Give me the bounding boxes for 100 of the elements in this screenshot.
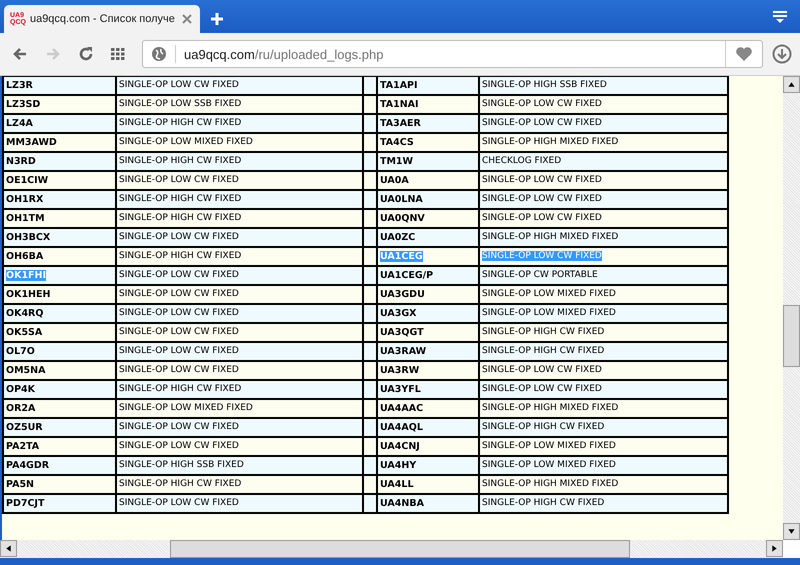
category-cell: SINGLE-OP LOW CW FIXED [482,194,602,204]
category-cell: SINGLE-OP LOW CW FIXED [482,118,602,128]
scrollbar-thumb[interactable] [170,540,630,558]
horizontal-scrollbar[interactable] [0,540,800,558]
category-cell: SINGLE-OP LOW CW FIXED [119,80,239,90]
category-cell: SINGLE-OP HIGH SSB FIXED [119,460,244,470]
category-cell: SINGLE-OP HIGH MIXED FIXED [482,232,618,242]
globe-icon [151,46,167,62]
callsign-cell: UA4AAC [380,403,424,414]
callsign-cell: UA4CNJ [380,441,420,452]
vertical-scrollbar[interactable] [783,76,800,540]
category-cell: SINGLE-OP LOW CW FIXED [119,365,239,375]
category-cell: SINGLE-OP HIGH MIXED FIXED [482,479,618,489]
category-cell: SINGLE-OP HIGH CW FIXED [119,118,242,128]
callsign-cell: OM5NA [6,365,46,376]
back-icon[interactable] [12,46,28,62]
callsign-cell: PA5N [6,479,34,490]
callsign-cell: UA1CEG [380,251,423,262]
callsign-cell: OP4K [6,384,36,395]
category-cell: SINGLE-OP LOW CW FIXED [119,308,239,318]
new-tab-icon[interactable] [210,12,224,26]
reload-icon[interactable] [78,46,94,62]
callsign-cell: UA0A [380,175,409,186]
category-cell: SINGLE-OP LOW CW FIXED [119,232,239,242]
callsign-cell: UA3YFL [380,384,421,395]
category-cell: SINGLE-OP LOW CW FIXED [119,327,239,337]
category-cell: SINGLE-OP LOW CW FIXED [119,270,239,280]
callsign-cell: MM3AWD [6,137,57,148]
callsign-cell: OK5SA [6,327,42,338]
category-cell: SINGLE-OP HIGH CW FIXED [119,213,242,223]
callsign-cell: UA3QGT [380,327,424,338]
callsign-cell: OZ5UR [6,422,43,433]
category-cell: SINGLE-OP HIGH CW FIXED [119,479,242,489]
callsign-cell: PA2TA [6,441,40,452]
category-cell: SINGLE-OP LOW CW FIXED [119,289,239,299]
address-bar[interactable]: ua9qcq.com/ru/uploaded_logs.php [142,40,763,68]
callsign-cell: LZ3SD [6,99,40,110]
scroll-down-icon[interactable] [783,523,800,540]
menu-icon[interactable] [772,10,788,24]
callsign-cell: UA4AQL [380,422,423,433]
category-cell: SINGLE-OP HIGH CW FIXED [119,194,242,204]
category-cell: SINGLE-OP HIGH CW FIXED [482,327,604,337]
callsign-cell: UA3RW [380,365,420,376]
category-cell: SINGLE-OP LOW MIXED FIXED [482,308,616,318]
callsign-cell: UA3RAW [380,346,426,357]
scroll-right-icon[interactable] [766,540,783,557]
grid-icon[interactable] [111,48,125,60]
category-cell: SINGLE-OP LOW CW FIXED [482,251,602,261]
callsign-cell: TA1NAI [380,99,419,110]
category-cell: SINGLE-OP HIGH CW FIXED [119,384,242,394]
heart-icon[interactable] [735,46,753,62]
category-cell: SINGLE-OP LOW CW FIXED [482,175,602,185]
category-cell: SINGLE-OP LOW MIXED FIXED [482,460,616,470]
callsign-cell: UA4HY [380,460,416,471]
callsign-cell: PD7CJT [6,498,44,509]
callsign-cell: OK4RQ [6,308,44,319]
category-cell: SINGLE-OP HIGH CW FIXED [119,251,242,261]
category-cell: SINGLE-OP HIGH MIXED FIXED [482,403,618,413]
callsign-cell: UA0QNV [380,213,425,224]
callsign-cell: OH6BA [6,251,44,262]
category-cell: SINGLE-OP LOW MIXED FIXED [119,403,253,413]
category-cell: SINGLE-OP LOW CW FIXED [482,213,602,223]
callsign-cell: OK1HEH [6,289,50,300]
callsign-cell: UA0ZC [380,232,416,243]
scrollbar-corner [783,540,800,558]
scroll-left-icon[interactable] [0,540,17,557]
callsign-cell: LZ4A [6,118,33,129]
category-cell: SINGLE-OP HIGH CW FIXED [482,346,604,356]
category-cell: SINGLE-OP HIGH SSB FIXED [482,80,607,90]
category-cell: SINGLE-OP HIGH CW FIXED [482,498,604,508]
category-cell: SINGLE-OP LOW MIXED FIXED [119,137,253,147]
callsign-cell: OL7O [6,346,35,357]
callsign-cell: TA1API [380,80,418,91]
category-cell: SINGLE-OP HIGH CW FIXED [119,156,242,166]
callsign-cell: N3RD [6,156,36,167]
callsign-cell: OR2A [6,403,36,414]
category-cell: SINGLE-OP CW PORTABLE [482,270,598,280]
category-cell: SINGLE-OP LOW MIXED FIXED [482,441,616,451]
callsign-cell: UA4LL [380,479,414,490]
callsign-cell: UA4NBA [380,498,424,509]
callsign-cell: UA1CEG/P [380,270,434,281]
download-icon[interactable] [772,44,792,64]
category-cell: SINGLE-OP LOW CW FIXED [119,346,239,356]
close-icon[interactable] [182,14,192,24]
scrollbar-thumb[interactable] [783,305,800,367]
callsign-cell: TM1W [380,156,414,167]
callsign-cell: PA4GDR [6,460,50,471]
callsign-cell: UA3GX [380,308,417,319]
callsign-cell: TA3AER [380,118,421,129]
url-text: ua9qcq.com/ru/uploaded_logs.php [184,46,384,62]
callsign-cell: UA0LNA [380,194,423,205]
callsign-cell: TA4CS [380,137,414,148]
category-cell: SINGLE-OP HIGH MIXED FIXED [482,137,618,147]
callsign-cell: OH1TM [6,213,45,224]
callsign-cell: UA3GDU [380,289,425,300]
scroll-up-icon[interactable] [783,76,800,93]
category-cell: CHECKLOG FIXED [482,156,562,166]
category-cell: SINGLE-OP LOW CW FIXED [119,422,239,432]
category-cell: SINGLE-OP LOW CW FIXED [119,441,239,451]
callsign-cell: OH3BCX [6,232,50,243]
